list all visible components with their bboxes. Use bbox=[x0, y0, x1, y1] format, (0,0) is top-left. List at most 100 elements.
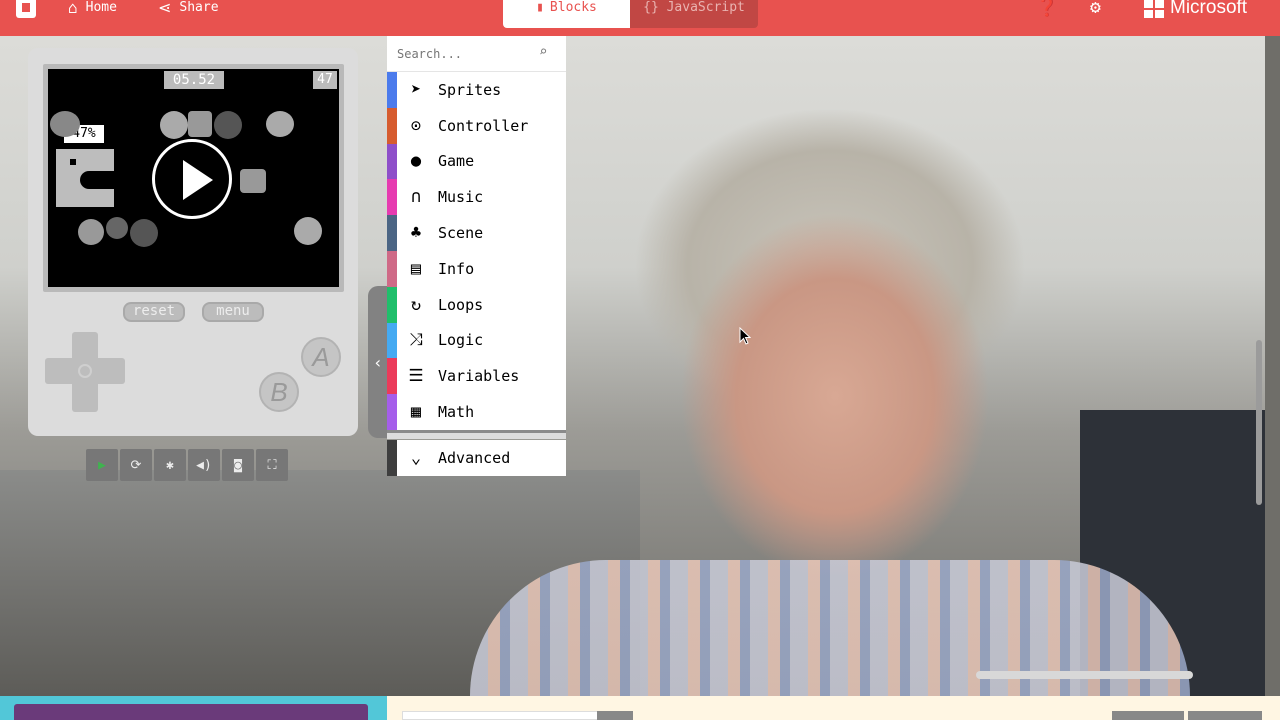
makecode-logo-icon[interactable] bbox=[16, 0, 36, 18]
category-label: Math bbox=[438, 403, 475, 422]
food-sprite bbox=[50, 111, 80, 137]
play-icon[interactable]: ▶ bbox=[86, 449, 118, 481]
food-sprite bbox=[160, 111, 188, 139]
category-math[interactable]: ▦ Math bbox=[387, 394, 566, 430]
javascript-tab[interactable]: {} JavaScript bbox=[630, 0, 758, 28]
food-sprite bbox=[78, 219, 104, 245]
category-stripe bbox=[387, 322, 397, 359]
category-label: Controller bbox=[438, 116, 529, 135]
help-icon[interactable]: ❓ bbox=[1036, 0, 1058, 17]
dpad-center bbox=[78, 364, 92, 378]
collapse-simulator-button[interactable]: ‹ bbox=[368, 286, 388, 438]
menu-button[interactable]: menu bbox=[202, 302, 264, 322]
category-stripe bbox=[387, 107, 397, 144]
simulator-screen-frame: 05.52 47 47% bbox=[43, 64, 344, 292]
search-icon[interactable]: ⌕ bbox=[539, 44, 547, 60]
category-music[interactable]: ∩ Music bbox=[387, 179, 566, 216]
microsoft-grid-icon bbox=[1144, 0, 1164, 18]
share-label: Share bbox=[179, 0, 219, 15]
vertical-scrollbar[interactable] bbox=[1256, 340, 1262, 505]
food-sprite bbox=[106, 217, 128, 239]
category-sprites[interactable]: ➤ Sprites bbox=[387, 72, 566, 108]
home-button[interactable]: ⌂ Home bbox=[68, 0, 117, 16]
category-logic[interactable]: ⤨ Logic bbox=[387, 322, 566, 359]
food-sprite bbox=[240, 169, 266, 193]
category-stripe bbox=[387, 215, 397, 251]
zoom-controls[interactable] bbox=[1188, 711, 1262, 720]
block-toolbox: ⌕ ➤ Sprites ⊙ Controller ● Game ∩ Music ♣ Scene ▤ I… bbox=[387, 36, 566, 476]
category-variables[interactable]: ☰ Variables bbox=[387, 358, 566, 395]
game-simulator: 05.52 47 47% reset menu A B bbox=[28, 48, 358, 436]
category-stripe bbox=[387, 72, 397, 108]
category-stripe bbox=[387, 250, 397, 287]
undo-redo-controls[interactable] bbox=[1112, 711, 1184, 720]
microsoft-label: Microsoft bbox=[1170, 0, 1248, 18]
category-stripe bbox=[387, 179, 397, 216]
debug-icon[interactable]: ✱ bbox=[154, 449, 186, 481]
simulator-toolbar: ▶ ⟳ ✱ ◀) ◙ ⛶ bbox=[86, 449, 288, 481]
reset-button[interactable]: reset bbox=[123, 302, 185, 322]
play-overlay-icon[interactable] bbox=[152, 139, 232, 219]
category-stripe bbox=[387, 358, 397, 395]
blocks-tab[interactable]: ▮ Blocks bbox=[503, 0, 630, 28]
id-card-icon: ▤ bbox=[410, 258, 422, 279]
toolbox-search-input[interactable] bbox=[397, 44, 537, 64]
category-loops[interactable]: ↻ Loops bbox=[387, 286, 566, 323]
food-sprite bbox=[266, 111, 294, 137]
project-name-input[interactable] bbox=[402, 711, 598, 720]
home-label: Home bbox=[85, 0, 117, 15]
share-icon: ⋖ bbox=[158, 0, 172, 17]
food-sprite bbox=[294, 217, 322, 245]
list-icon: ☰ bbox=[408, 366, 424, 387]
a-button[interactable]: A bbox=[301, 337, 341, 377]
fullscreen-icon[interactable]: ⛶ bbox=[256, 449, 288, 481]
horizontal-scrollbar[interactable] bbox=[976, 671, 1193, 679]
category-list: ➤ Sprites ⊙ Controller ● Game ∩ Music ♣ Scene ▤ Inf… bbox=[387, 72, 566, 430]
save-button[interactable] bbox=[597, 711, 633, 720]
calculator-icon: ▦ bbox=[410, 402, 422, 423]
category-label: Game bbox=[438, 152, 475, 171]
restart-icon[interactable]: ⟳ bbox=[120, 449, 152, 481]
chevron-down-icon: ⌄ bbox=[410, 448, 422, 468]
advanced-category[interactable]: ⌄ Advanced bbox=[387, 440, 566, 476]
category-controller[interactable]: ⊙ Controller bbox=[387, 107, 566, 144]
category-label: Variables bbox=[438, 367, 520, 386]
gear-icon[interactable]: ⚙ bbox=[1090, 0, 1101, 17]
microsoft-logo[interactable]: Microsoft bbox=[1144, 0, 1247, 18]
category-label: Loops bbox=[438, 295, 484, 314]
top-menu-bar: ⌂ Home ⋖ Share ▮ Blocks {} JavaScript ❓ … bbox=[0, 0, 1280, 36]
toolbox-divider bbox=[387, 430, 566, 439]
chevron-left-icon: ‹ bbox=[373, 352, 383, 372]
screenshot-icon[interactable]: ◙ bbox=[222, 449, 254, 481]
category-info[interactable]: ▤ Info bbox=[387, 250, 566, 287]
category-label: Info bbox=[438, 259, 475, 278]
share-button[interactable]: ⋖ Share bbox=[158, 0, 219, 16]
player-sprite bbox=[56, 149, 116, 207]
score-display: 47 bbox=[313, 71, 337, 89]
blocks-tab-label: Blocks bbox=[549, 0, 597, 15]
category-stripe bbox=[387, 394, 397, 430]
simulator-screen[interactable]: 05.52 47 47% bbox=[48, 69, 339, 287]
food-sprite bbox=[214, 111, 242, 139]
home-icon: ⌂ bbox=[68, 0, 78, 17]
toolbox-search: ⌕ bbox=[387, 36, 566, 72]
editor-mode-toggle: ▮ Blocks {} JavaScript bbox=[503, 0, 758, 28]
advanced-label: Advanced bbox=[438, 449, 511, 467]
category-label: Scene bbox=[438, 224, 484, 243]
category-stripe bbox=[387, 286, 397, 323]
category-label: Sprites bbox=[438, 80, 502, 99]
countdown-timer: 05.52 bbox=[164, 71, 224, 89]
category-game[interactable]: ● Game bbox=[387, 143, 566, 180]
b-button[interactable]: B bbox=[259, 372, 299, 412]
shuffle-icon: ⤨ bbox=[409, 330, 423, 351]
food-sprite bbox=[188, 111, 212, 137]
category-stripe bbox=[387, 143, 397, 180]
headphones-icon: ∩ bbox=[410, 187, 422, 208]
category-scene[interactable]: ♣ Scene bbox=[387, 215, 566, 251]
javascript-tab-label: {} JavaScript bbox=[643, 0, 745, 15]
tree-icon: ♣ bbox=[410, 223, 422, 244]
download-button[interactable] bbox=[14, 704, 368, 720]
refresh-icon: ↻ bbox=[410, 294, 422, 315]
sound-icon[interactable]: ◀) bbox=[188, 449, 220, 481]
gamepad-icon: ⊙ bbox=[410, 115, 422, 136]
